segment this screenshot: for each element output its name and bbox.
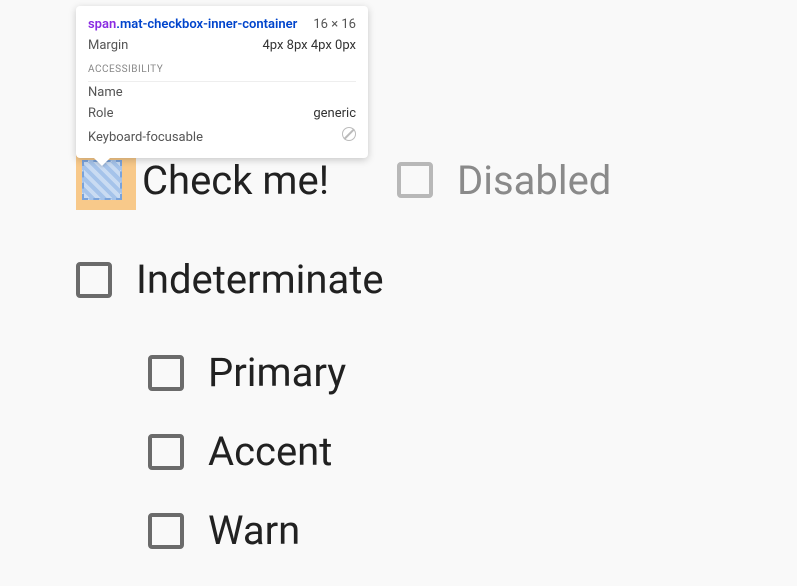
checkbox-box-icon xyxy=(148,355,184,391)
tooltip-a11y-role-value: generic xyxy=(313,106,356,121)
checkbox-box-icon xyxy=(397,162,433,198)
checkbox-label-check-me: Check me! xyxy=(142,157,329,204)
tooltip-margin-value: 4px 8px 4px 0px xyxy=(262,38,356,53)
tooltip-a11y-name-label: Name xyxy=(88,85,123,100)
tooltip-a11y-focus-label: Keyboard-focusable xyxy=(88,130,203,145)
tooltip-margin-label: Margin xyxy=(88,38,128,53)
checkbox-primary[interactable]: Primary xyxy=(148,349,346,396)
tooltip-selector: span.mat-checkbox-inner-container xyxy=(88,17,297,32)
checkbox-box-icon xyxy=(148,434,184,470)
tooltip-accessibility-heading: ACCESSIBILITY xyxy=(88,56,356,77)
tooltip-dimensions: 16 × 16 xyxy=(313,17,356,32)
checkbox-indeterminate[interactable]: Indeterminate xyxy=(76,256,384,303)
checkbox-label-primary: Primary xyxy=(208,349,346,396)
not-focusable-icon xyxy=(342,127,356,141)
checkbox-label-accent: Accent xyxy=(208,428,332,475)
checkbox-label-indeterminate: Indeterminate xyxy=(136,256,384,303)
checkbox-box-icon xyxy=(148,513,184,549)
checkbox-demo-area: Check me! Disabled Indeterminate Primary… xyxy=(76,150,611,586)
checkbox-box-icon xyxy=(76,262,112,298)
checkbox-accent[interactable]: Accent xyxy=(148,428,332,475)
tooltip-a11y-role-label: Role xyxy=(88,106,113,121)
checkbox-warn[interactable]: Warn xyxy=(148,507,300,554)
checkbox-label-disabled: Disabled xyxy=(457,157,611,204)
checkbox-disabled: Disabled xyxy=(397,157,611,204)
inspector-content-highlight xyxy=(82,160,122,200)
checkbox-check-me[interactable]: Check me! xyxy=(76,150,329,210)
devtools-element-tooltip: span.mat-checkbox-inner-container 16 × 1… xyxy=(76,6,368,158)
checkbox-label-warn: Warn xyxy=(208,507,300,554)
